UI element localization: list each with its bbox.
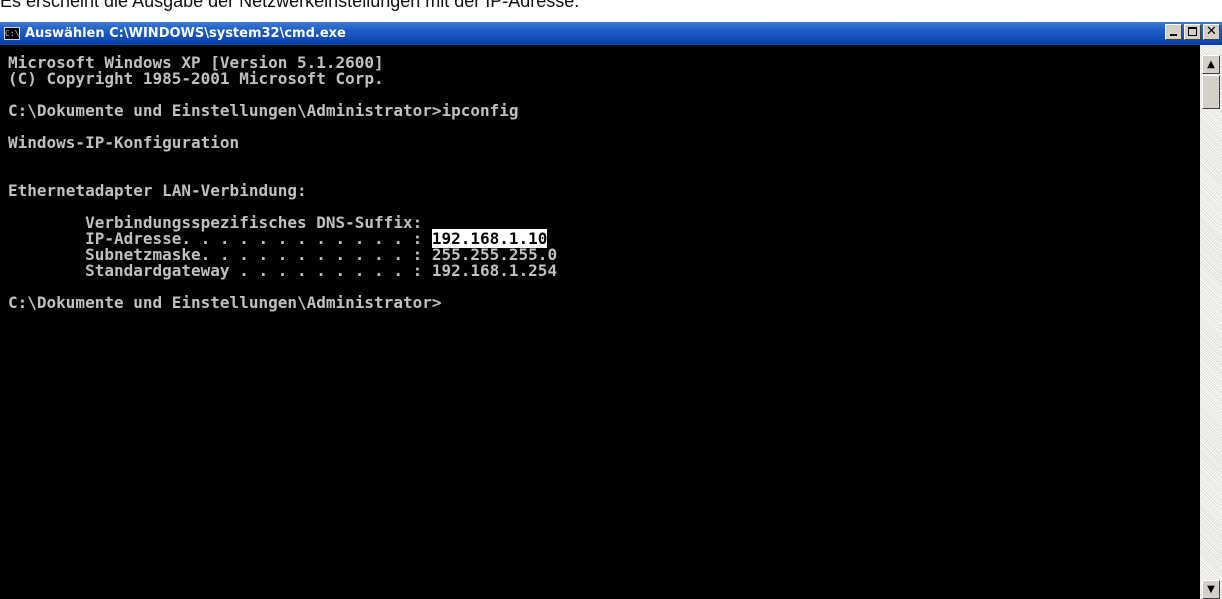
vertical-scrollbar[interactable]: ▲ ▼	[1200, 45, 1222, 599]
window-title: Auswählen C:\WINDOWS\system32\cmd.exe	[25, 26, 346, 41]
scroll-down-arrow-icon[interactable]: ▼	[1202, 580, 1220, 599]
caption-text: Es erscheint die Ausgabe der Netzwerkein…	[0, 0, 580, 11]
scroll-up-arrow-icon[interactable]: ▲	[1202, 55, 1220, 74]
console-command-line: C:\Dokumente und Einstellungen\Administr…	[8, 101, 519, 120]
gateway-line: Standardgateway . . . . . . . . . : 192.…	[8, 263, 1180, 279]
console-line: (C) Copyright 1985-2001 Microsoft Corp.	[8, 69, 384, 88]
gateway-label: Standardgateway . . . . . . . . . :	[8, 261, 432, 280]
maximize-button[interactable]	[1184, 24, 1201, 40]
command-prompt[interactable]: C:\Dokumente und Einstellungen\Administr…	[8, 295, 1180, 311]
cmd-window: C:\ Auswählen C:\WINDOWS\system32\cmd.ex…	[0, 22, 1222, 599]
cmd-icon: C:\	[4, 27, 20, 40]
console-output[interactable]: Microsoft Windows XP [Version 5.1.2600] …	[0, 45, 1180, 599]
minimize-button[interactable]	[1165, 24, 1182, 40]
gateway-value: 192.168.1.254	[431, 261, 558, 280]
console-line: Ethernetadapter LAN-Verbindung:	[8, 181, 307, 200]
close-button[interactable]: ✕	[1203, 24, 1220, 40]
title-bar[interactable]: C:\ Auswählen C:\WINDOWS\system32\cmd.ex…	[0, 22, 1222, 45]
scroll-thumb[interactable]	[1202, 75, 1220, 109]
console-line: Windows-IP-Konfiguration	[8, 133, 240, 152]
window-controls: ✕	[1165, 24, 1220, 40]
